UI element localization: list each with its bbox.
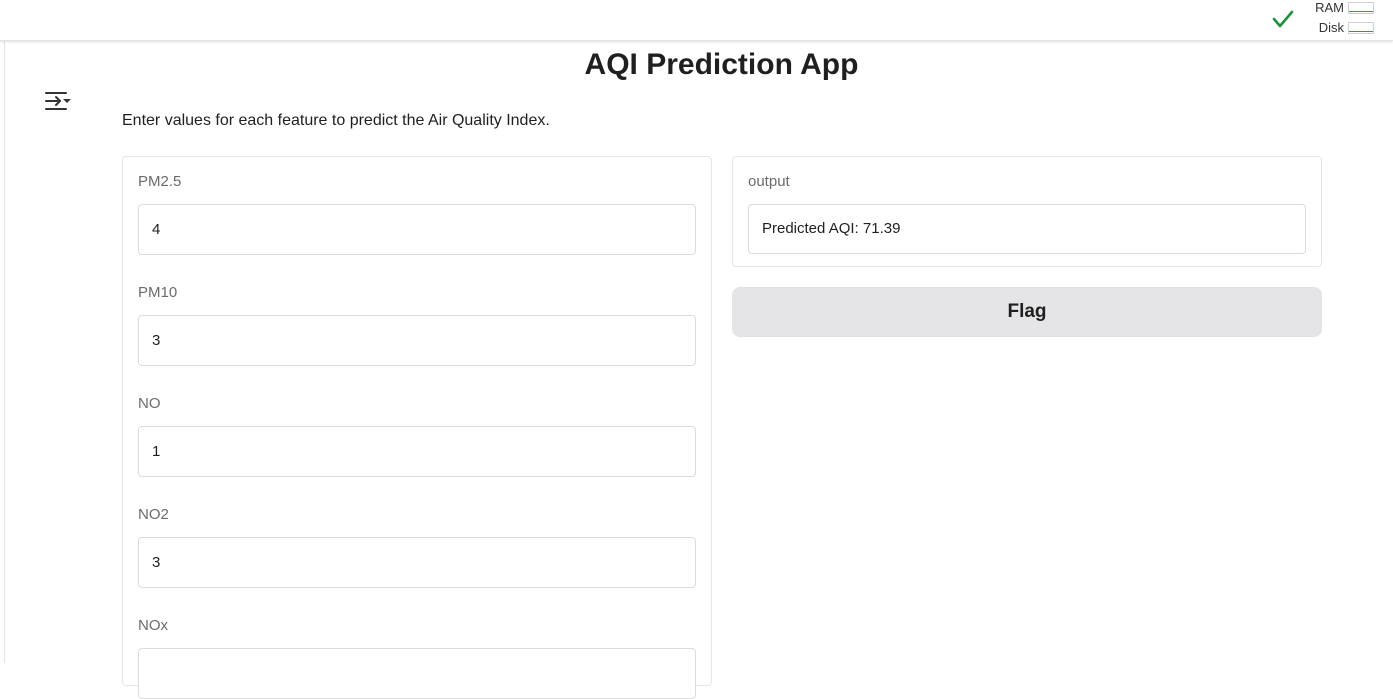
- nox-label: NOx: [138, 617, 168, 634]
- page-title: AQI Prediction App: [584, 48, 859, 81]
- output-label: output: [748, 173, 790, 190]
- pm10-label: PM10: [138, 284, 178, 301]
- pm10-input[interactable]: [138, 315, 696, 366]
- flag-button[interactable]: Flag: [732, 287, 1322, 337]
- disk-label: Disk: [1318, 20, 1344, 35]
- nox-input[interactable]: [138, 648, 696, 699]
- ram-label: RAM: [1315, 0, 1344, 15]
- sidebar-toggle-icon[interactable]: [44, 90, 72, 114]
- no2-label: NO2: [138, 506, 169, 523]
- ram-usage-bar: [1348, 2, 1374, 14]
- page-description: Enter values for each feature to predict…: [122, 112, 550, 129]
- output-panel: output Predicted AQI: 71.39: [732, 156, 1322, 267]
- no2-input[interactable]: [138, 537, 696, 588]
- no-input[interactable]: [138, 426, 696, 477]
- disk-usage-bar: [1348, 22, 1374, 34]
- top-status-bar: RAM Disk: [0, 0, 1393, 41]
- output-value: Predicted AQI: 71.39: [748, 204, 1306, 254]
- no-label: NO: [138, 395, 161, 412]
- pm25-label: PM2.5: [138, 173, 182, 190]
- check-icon: [1272, 10, 1294, 28]
- input-panel: PM2.5 PM10 NO NO2 NOx: [122, 156, 712, 699]
- pm25-input[interactable]: [138, 204, 696, 255]
